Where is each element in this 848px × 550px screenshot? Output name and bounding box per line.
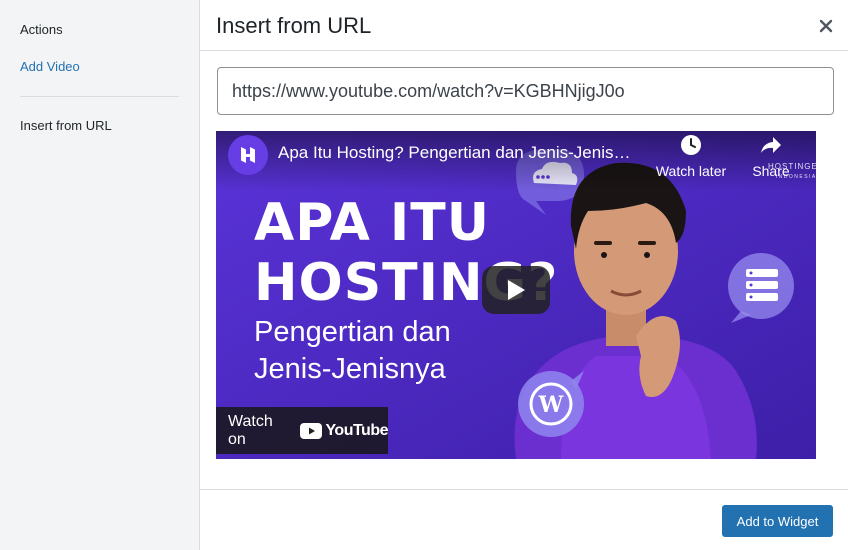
modal-header: Insert from URL <box>200 0 848 51</box>
watch-later-button[interactable]: Watch later <box>654 134 728 179</box>
brand-watermark: HOSTINGER INDONESIA <box>768 162 816 182</box>
video-embed[interactable]: W Apa Itu Hosting? Pengertian dan Jenis-… <box>216 131 816 459</box>
watch-on-label: Watch on <box>228 412 273 448</box>
youtube-logo-icon <box>300 422 323 439</box>
add-to-widget-button[interactable]: Add to Widget <box>722 505 833 537</box>
thumbnail-subline-2: Jenis-Jenisnya <box>254 353 446 385</box>
wordpress-icon: W <box>518 371 584 437</box>
sidebar-heading: Actions <box>20 22 63 37</box>
url-input[interactable] <box>217 67 834 115</box>
hostinger-logo-icon <box>241 147 255 163</box>
play-icon <box>508 280 525 300</box>
sidebar-item-add-video[interactable]: Add Video <box>20 59 80 74</box>
thumbnail-headline-1: APA ITU <box>254 193 490 253</box>
watch-later-label: Watch later <box>655 163 727 179</box>
brand-name: HOSTINGER <box>768 162 816 171</box>
svg-text:W: W <box>538 392 564 418</box>
channel-logo[interactable] <box>228 135 268 175</box>
modal-panel: Insert from URL https://www.youtube.com/… <box>200 0 848 550</box>
close-button[interactable] <box>812 12 840 40</box>
clock-icon <box>681 135 701 155</box>
play-button[interactable] <box>482 266 550 314</box>
youtube-logo: YouTube <box>300 422 388 440</box>
watch-on-youtube-button[interactable]: Watch on YouTube <box>216 407 388 454</box>
video-title[interactable]: Apa Itu Hosting? Pengertian dan Jenis-Je… <box>278 143 630 163</box>
share-icon <box>761 137 781 153</box>
modal-footer: Add to Widget <box>200 489 848 550</box>
sidebar: Actions Add Video Insert from URL <box>0 0 200 550</box>
close-icon <box>819 19 833 33</box>
sidebar-item-insert-from-url[interactable]: Insert from URL <box>20 118 112 133</box>
thumbnail-subline-1: Pengertian dan <box>254 316 451 348</box>
brand-sub: INDONESIA <box>775 174 816 180</box>
sidebar-divider <box>20 96 179 97</box>
modal-title: Insert from URL <box>216 13 372 38</box>
youtube-wordmark: YouTube <box>325 421 388 439</box>
